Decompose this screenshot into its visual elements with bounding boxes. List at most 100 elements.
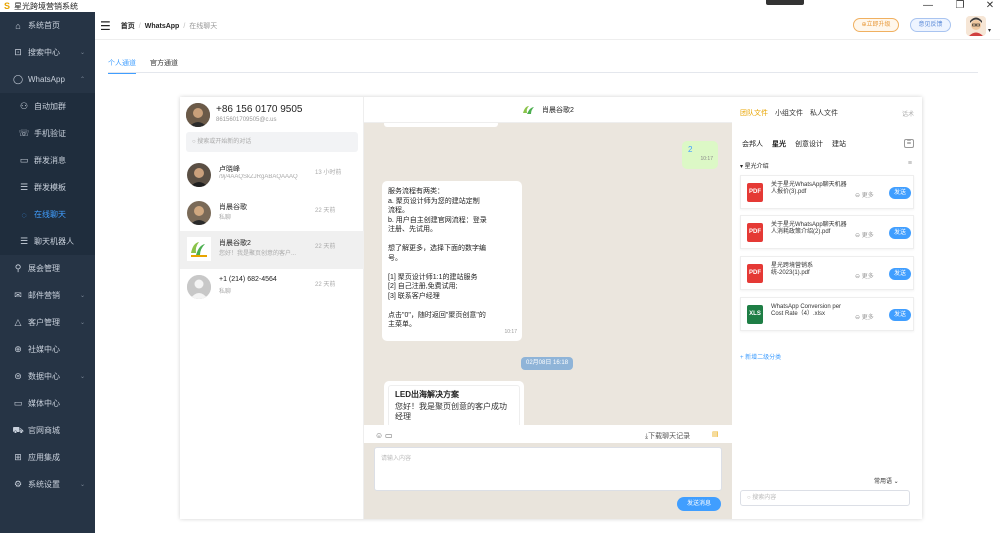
apps-icon: ⊞ [14,452,22,462]
sidebar-item[interactable]: ⌂ 系统首页 [0,12,95,39]
sidebar-item[interactable]: ⊞ 应用集成 [0,444,95,471]
sidebar-item-label: 群发模板 [34,183,66,192]
subtab-item[interactable]: 建站 [832,139,846,149]
user-avatar[interactable] [966,16,986,36]
file-name: 星光跨境营销系统-2023(1).pdf [771,263,814,276]
chevron-icon: ⌄ [79,374,85,380]
subtab-item[interactable]: 会邦人 [742,139,763,149]
sidebar-item[interactable]: ✉ 邮件营销 ⌄ [0,282,95,309]
conversation-header: 肖晨谷歌2 [364,97,732,123]
sidebar-item[interactable]: ⊡ 搜索中心 ⌄ [0,39,95,66]
sidebar-item[interactable]: ⛟ 官网商城 [0,417,95,444]
message-time: 10:17 [700,156,713,162]
download-history-button[interactable]: ⤓下载聊天记录 [645,431,690,441]
message-line [388,301,516,311]
contact-item[interactable]: 卢晓峰 /9j/4AAQSkZJRgABAQAAAQ 13 小时前 [180,157,364,195]
add-subcategory-button[interactable]: + 新增二级分类 [740,352,781,361]
contact-preview: 您好！我是聚页创意的客户... [219,251,297,257]
sidebar-item[interactable]: ⊕ 社媒中心 [0,336,95,363]
default-avatar-icon [187,275,211,299]
sidebar-item-label: 聊天机器人 [34,237,74,246]
content-search-input[interactable]: ○ 搜索内容 [740,490,910,506]
social-icon: ⊕ [14,344,22,354]
user-icon: ⚇ [19,101,29,111]
message-line [388,263,516,273]
subtab-item[interactable]: 创意设计 [795,139,823,149]
restore-button[interactable]: ❐ [953,0,967,12]
breadcrumb-current: 在线聊天 [189,22,218,30]
file-send-button[interactable]: 发送 [889,187,911,199]
whatsapp-icon: ◯ [12,74,24,84]
contact-name: 卢晓峰 [219,166,240,173]
document-icon[interactable]: ▤ [712,430,719,438]
list-icon[interactable]: ☰ [904,139,914,148]
file-send-button[interactable]: 发送 [889,268,911,280]
chat-panel: +86 156 0170 9505 8615601709505@c.us ○ 搜… [180,97,922,519]
emoji-icon[interactable]: ☺ [375,431,383,440]
file-more-button[interactable]: ⊖ 更多 [855,312,874,321]
cart-icon: ⛟ [12,424,24,435]
contact-preview: 私聊 [219,289,232,295]
sidebar-item[interactable]: ⚲ 展会管理 [0,255,95,282]
contact-time: 22 天前 [315,244,336,250]
sidebar-item[interactable]: ▭ 媒体中心 [0,390,95,417]
sidebar-item[interactable]: ▭ 群发消息 [0,147,95,174]
sidebar-item-label: 自动加群 [34,102,66,111]
file-item: PDF 关于星光WhatsApp聊天机器人报价(3).pdf ⊖ 更多 发送 [740,175,914,209]
file-more-button[interactable]: ⊖ 更多 [855,230,874,239]
sidebar-item-label: 数据中心 [28,372,60,381]
category-menu-icon[interactable]: ≡ [908,160,912,167]
sidebar-item[interactable]: ☰ 聊天机器人 [0,228,95,255]
upgrade-button[interactable]: ⊕立即升级 [853,18,899,32]
message-input[interactable]: 请输入内容 [374,447,722,491]
contact-search-input[interactable]: ○ 搜索或开始新的对话 [186,132,358,152]
subtab-item[interactable]: 星光 [772,139,786,149]
tab-private-files[interactable]: 私人文件 [810,108,838,118]
folder-icon[interactable]: ▭ [385,431,393,440]
file-category[interactable]: ▾ 星光介绍 [740,161,769,170]
message-line: 服务流程有两类： [388,188,444,195]
conversation-title: 肖晨谷歌2 [542,107,574,114]
template-icon: ☰ [19,182,29,192]
folder-icon: ▭ [13,398,23,408]
settings-icon: ⚙ [13,479,23,489]
sidebar-item[interactable]: △ 客户管理 ⌄ [0,309,95,336]
app-title: 星光跨境营销系统 [14,1,78,11]
tab-team-files[interactable]: 团队文件 [740,108,768,118]
message-text: 2 [688,145,693,154]
send-message-button[interactable]: 发送消息 [677,497,721,511]
breadcrumb-whatsapp[interactable]: WhatsApp [145,23,180,30]
file-send-button[interactable]: 发送 [889,227,911,239]
chevron-down-icon[interactable]: ▾ [988,27,991,34]
tab-group-files[interactable]: 小组文件 [775,108,803,118]
chevron-icon: ⌄ [79,320,85,326]
sidebar-item[interactable]: ◌ 在线聊天 [0,201,95,228]
sidebar-item[interactable]: ⚙ 系统设置 ⌄ [0,471,95,498]
contact-item[interactable]: 肖晨谷歌2 您好！我是聚页创意的客户... 22 天前 [180,231,364,269]
sidebar-item[interactable]: ⚇ 自动加群 [0,93,95,120]
message-line: 流程。 [388,207,409,214]
breadcrumb-home[interactable]: 首页 [121,23,135,30]
account-phone: +86 156 0170 9505 [216,104,303,115]
minimize-button[interactable]: — [921,0,935,12]
scripts-link[interactable]: 话术 [902,109,914,118]
contact-item[interactable]: +1 (214) 682-4564 私聊 22 天前 [180,269,364,307]
file-more-button[interactable]: ⊖ 更多 [855,271,874,280]
search-placeholder: 搜索或开始新的对话 [197,139,252,145]
common-phrases-toggle[interactable]: 常用语 ⌄ [874,476,899,485]
close-button[interactable]: ✕ [983,0,997,12]
file-more-button[interactable]: ⊖ 更多 [855,190,874,199]
card-text: 您好！我是聚页创意的客户成功经理 [395,401,507,421]
file-send-button[interactable]: 发送 [889,309,911,321]
sidebar-item[interactable]: ◯ WhatsApp ⌃ [0,66,95,93]
contact-item[interactable]: 肖晨谷歌 私聊 22 天前 [180,195,364,233]
sidebar-item-label: WhatsApp [28,75,65,84]
date-divider: 02月08日 16:18 [521,357,574,370]
message-bubble-incoming: 服务流程有两类： a. 聚页设计师为您的建站定制 流程。 b. 用户自主创建官网流程：… [382,181,522,341]
sidebar-item[interactable]: ☰ 群发模板 [0,174,95,201]
sidebar-item[interactable]: ⊜ 数据中心 ⌄ [0,363,95,390]
menu-toggle-icon[interactable]: ☰ [100,19,111,33]
message-area[interactable]: 2 10:17 服务流程有两类： a. 聚页设计师为您的建站定制 流程。 b. 用户自… [364,123,732,425]
feedback-button[interactable]: 意见反馈 [910,18,951,32]
sidebar-item[interactable]: ☏ 手机验证 [0,120,95,147]
